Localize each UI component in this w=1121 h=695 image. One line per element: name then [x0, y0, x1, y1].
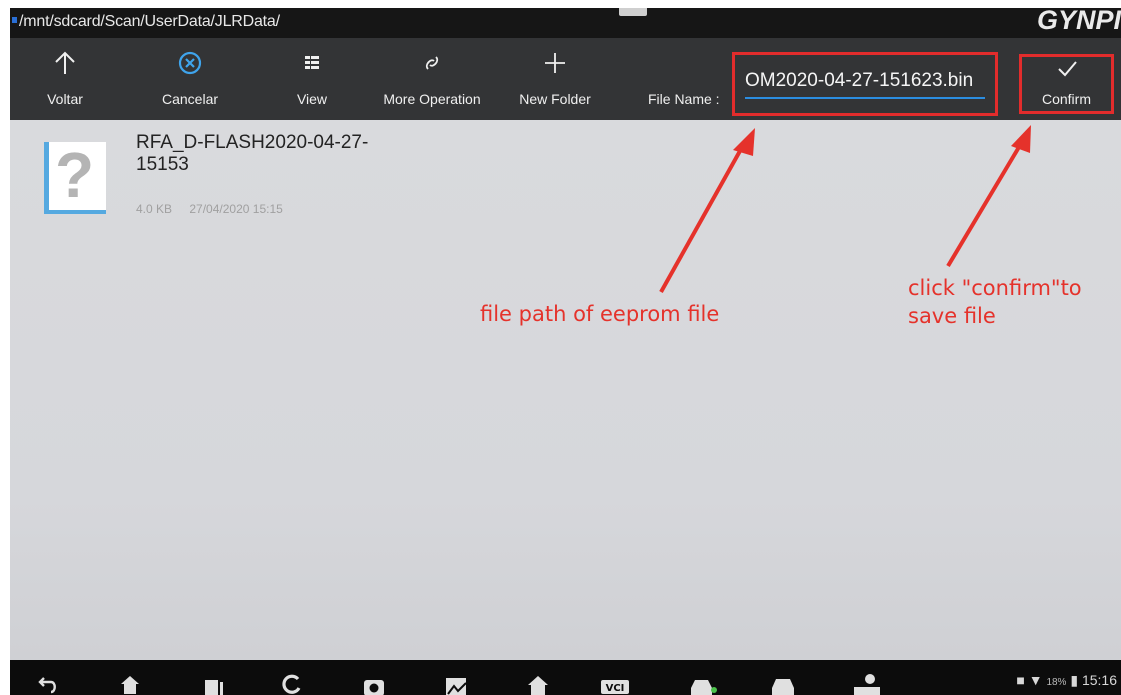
annotation-confirm: click "confirm"to save file	[908, 276, 1082, 328]
more-operation-label: More Operation	[383, 91, 481, 107]
battery-icon: ▮	[1070, 672, 1079, 688]
file-size: 4.0 KB	[136, 202, 173, 216]
car-diagnostic-icon[interactable]	[688, 672, 718, 695]
plus-icon	[545, 53, 565, 73]
new-folder-label: New Folder	[519, 91, 591, 107]
annotation-file-path: file path of eeprom file	[480, 302, 720, 326]
new-folder-button[interactable]: New Folder	[508, 38, 602, 120]
view-button[interactable]: View	[280, 38, 344, 120]
list-item[interactable]: ? RFA_D-FLASH2020-04-27-15153 4.0 KB 27/…	[44, 130, 374, 240]
screen: /mnt/sdcard/Scan/UserData/JLRData/ GYNPI…	[10, 8, 1121, 695]
message-icon: ■	[1016, 672, 1025, 688]
file-date: 27/04/2020 15:15	[189, 202, 283, 216]
refresh-icon[interactable]	[280, 672, 304, 695]
camera-icon[interactable]	[362, 672, 386, 695]
path-bar: /mnt/sdcard/Scan/UserData/JLRData/ GYNPI	[10, 8, 1121, 38]
file-name: RFA_D-FLASH2020-04-27-15153	[136, 132, 369, 175]
confirm-button[interactable]: Confirm	[1019, 54, 1114, 114]
file-meta: 4.0 KB 27/04/2020 15:15	[136, 202, 283, 216]
link-icon	[425, 56, 439, 70]
cancelar-label: Cancelar	[161, 91, 219, 107]
more-operation-button[interactable]: More Operation	[370, 38, 494, 120]
wifi-icon: ▼	[1028, 672, 1043, 688]
cancelar-button[interactable]: Cancelar	[148, 38, 232, 120]
svg-text:VCI: VCI	[606, 683, 625, 694]
brand-logo: GYNPI	[1025, 8, 1121, 38]
home-alt-icon[interactable]	[526, 672, 550, 695]
path-indicator	[12, 17, 17, 23]
car-icon[interactable]	[768, 672, 798, 695]
clock: 15:16	[1081, 672, 1117, 688]
home-icon[interactable]	[118, 672, 142, 695]
file-list: ? RFA_D-FLASH2020-04-27-15153 4.0 KB 27/…	[10, 120, 1121, 660]
voltar-button[interactable]: Voltar	[30, 38, 100, 120]
grid-view-icon	[305, 56, 319, 69]
unknown-file-icon: ?	[44, 139, 106, 214]
back-icon[interactable]	[36, 672, 60, 695]
status-bar: ■ ▼ 18% ▮ 15:16	[1016, 672, 1117, 689]
mechanic-icon[interactable]	[852, 672, 882, 695]
file-name-label: File Name :	[648, 91, 720, 107]
recent-apps-icon[interactable]	[202, 672, 226, 695]
file-name-highlight	[732, 52, 998, 116]
battery-level: 18%	[1046, 677, 1067, 688]
brand-logo-text: GYNPI	[1036, 8, 1121, 35]
arrow-up-icon	[55, 51, 75, 74]
file-name-input[interactable]	[745, 65, 985, 99]
cancel-circle-icon	[178, 51, 202, 75]
current-path: /mnt/sdcard/Scan/UserData/JLRData/	[19, 13, 280, 30]
view-label: View	[296, 91, 328, 107]
vci-icon[interactable]: VCI	[600, 672, 630, 695]
camera-notch	[619, 8, 647, 16]
nav-bar: VCI ■ ▼ 18% ▮ 15:16	[10, 660, 1121, 695]
checkmark-icon	[1057, 61, 1077, 77]
confirm-label: Confirm	[1041, 91, 1091, 107]
image-icon[interactable]	[444, 672, 468, 695]
voltar-label: Voltar	[47, 91, 83, 107]
toolbar: Voltar Cancelar View More Operation New …	[10, 38, 1121, 120]
